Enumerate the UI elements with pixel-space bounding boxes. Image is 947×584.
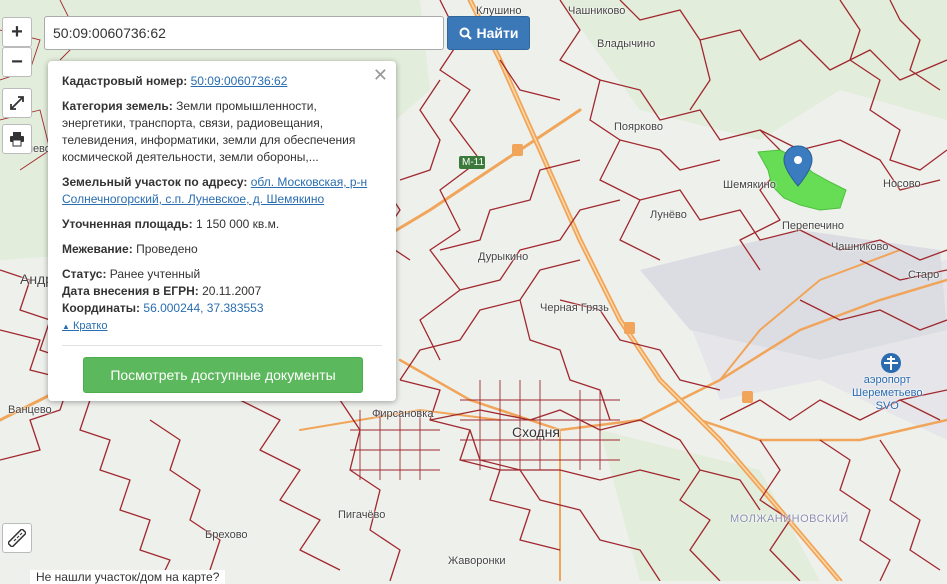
map-label: Поярково	[614, 121, 663, 133]
chevron-up-icon: ▲	[62, 322, 70, 331]
category-label: Категория земель:	[62, 99, 173, 113]
view-documents-button[interactable]: Посмотреть доступные документы	[83, 357, 363, 393]
collapse-row: ▲ Кратко	[62, 317, 382, 335]
collapse-link[interactable]: ▲ Кратко	[62, 320, 107, 332]
map-label: Ванцево	[8, 404, 52, 416]
survey-value: Проведено	[136, 242, 198, 256]
search-button-label: Найти	[476, 25, 519, 41]
zoom-in-button[interactable]: +	[2, 17, 32, 47]
ruler-button[interactable]	[2, 523, 32, 553]
print-icon	[10, 132, 24, 147]
survey-label: Межевание:	[62, 242, 133, 256]
egrn-row: Дата внесения в ЕГРН: 20.11.2007	[62, 283, 382, 300]
coords-label: Координаты:	[62, 301, 141, 315]
fullscreen-button[interactable]	[2, 88, 32, 118]
address-row: Земельный участок по адресу: обл. Москов…	[62, 174, 382, 208]
status-value: Ранее учтенный	[109, 267, 201, 281]
map-label: Лунёво	[650, 209, 687, 221]
map-label: Пигачёво	[338, 509, 386, 521]
search-icon	[459, 27, 472, 40]
address-label: Земельный участок по адресу:	[62, 175, 248, 189]
map-label-airport: аэропорт Шереметьево SVO	[852, 374, 922, 413]
coords-row: Координаты: 56.000244, 37.383553	[62, 300, 382, 317]
expand-icon	[10, 96, 24, 110]
popup-divider	[62, 345, 382, 346]
airport-icon	[881, 353, 901, 373]
area-row: Уточненная площадь: 1 150 000 кв.м.	[62, 216, 382, 233]
category-row: Категория земель: Земли промышленности, …	[62, 98, 382, 166]
cadastral-row: Кадастровый номер: 50:09:0060736:62	[62, 73, 382, 90]
map-label: Дурыкино	[478, 251, 529, 263]
map-label: Носово	[883, 178, 921, 190]
status-row: Статус: Ранее учтенный	[62, 266, 382, 283]
map-label: Черная Грязь	[540, 302, 609, 314]
zoom-out-button[interactable]: −	[2, 47, 32, 77]
road-number: М-11	[462, 157, 485, 168]
search-button[interactable]: Найти	[447, 16, 530, 50]
map-label: Жаворонки	[448, 555, 506, 567]
cadastral-label: Кадастровый номер:	[62, 74, 188, 88]
egrn-label: Дата внесения в ЕГРН:	[62, 284, 199, 298]
map-label-district: МОЛЖАНИНОВСКИЙ	[730, 513, 849, 525]
survey-row: Межевание: Проведено	[62, 241, 382, 258]
status-label: Статус:	[62, 267, 107, 281]
print-button[interactable]	[2, 124, 32, 154]
map-label: Старо	[908, 269, 940, 281]
airport-label-line: SVO	[875, 400, 899, 412]
map-label: Шемякино	[723, 179, 776, 191]
airport-label-line: аэропорт	[863, 374, 911, 386]
egrn-value: 20.11.2007	[202, 284, 262, 298]
ruler-icon	[8, 529, 26, 547]
not-found-link[interactable]: Не нашли участок/дом на карте?	[30, 570, 226, 584]
collapse-label: Кратко	[72, 320, 108, 332]
map-label: Чашниково	[568, 5, 626, 17]
airport-label-line: Шереметьево	[852, 387, 923, 399]
search-input[interactable]: 50:09:0060736:62	[44, 16, 444, 50]
area-value: 1 150 000 кв.м.	[195, 217, 280, 231]
map-label: Фирсановка	[372, 408, 434, 420]
map-label: Чашниково	[831, 241, 889, 253]
map-label: Брехово	[205, 529, 248, 541]
map-label: Перепечино	[782, 220, 845, 232]
map-label-town: Сходня	[512, 424, 560, 440]
close-icon[interactable]: ✕	[373, 65, 388, 86]
parcel-info-popup: ✕ Кадастровый номер: 50:09:0060736:62 Ка…	[48, 61, 396, 401]
area-label: Уточненная площадь:	[62, 217, 193, 231]
coords-value: 56.000244, 37.383553	[143, 301, 264, 315]
cadastral-link[interactable]: 50:09:0060736:62	[191, 74, 288, 88]
map-label: Владычино	[597, 38, 656, 50]
